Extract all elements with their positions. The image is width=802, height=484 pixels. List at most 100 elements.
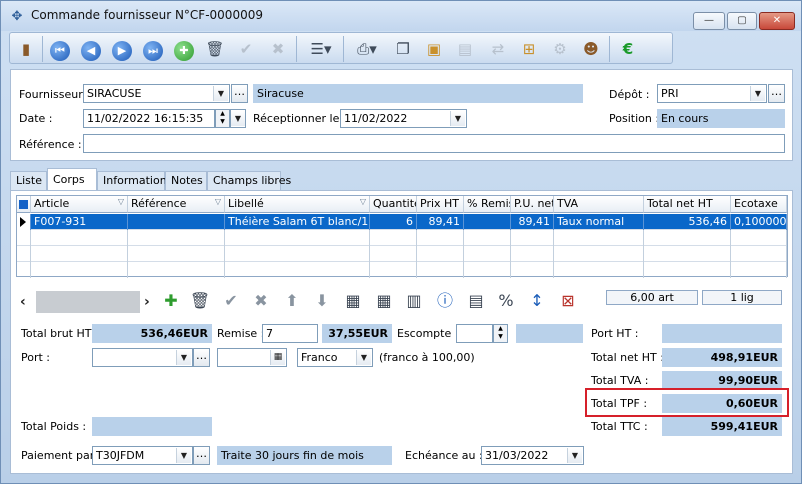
cell-libelle[interactable]: Théière Salam 6T blanc/1.1L: [225, 214, 370, 230]
empty-cell: [370, 246, 417, 262]
package-remove-icon[interactable]: ⊠: [556, 289, 580, 313]
toolbar-separator: [42, 36, 43, 62]
paiement-lookup-button[interactable]: …: [193, 446, 210, 465]
add-icon[interactable]: ✚: [172, 37, 196, 61]
echeance-field[interactable]: 31/03/2022 ▼: [481, 446, 584, 465]
date-spinner[interactable]: ▲ ▼: [215, 109, 230, 128]
fournisseur-lookup-button[interactable]: …: [231, 84, 248, 103]
print-icon[interactable]: ⎙▾: [350, 37, 384, 61]
filter-icon[interactable]: ▽: [360, 197, 366, 206]
chevron-down-icon[interactable]: ▼: [356, 350, 371, 365]
close-button[interactable]: ✕: [759, 12, 795, 30]
chevron-down-icon[interactable]: ▼: [750, 86, 765, 101]
total-net-ht-label: Total net HT :: [591, 351, 664, 364]
column-header-total-net-ht[interactable]: Total net HT: [644, 196, 731, 213]
depot-lookup-button[interactable]: …: [768, 84, 785, 103]
total-tva-label: Total TVA :: [591, 374, 649, 387]
edit-icon[interactable]: ☰▾: [304, 37, 338, 61]
chevron-down-icon[interactable]: ▼: [176, 350, 191, 365]
tab-notes[interactable]: Notes: [165, 171, 207, 190]
tab-informations[interactable]: Informations: [97, 171, 172, 190]
filter-icon[interactable]: ▽: [118, 197, 124, 206]
fournisseur-code-field[interactable]: SIRACUSE ▼: [83, 84, 230, 103]
delete-icon[interactable]: 🗑: [203, 37, 227, 61]
calculator-icon[interactable]: ▦: [270, 350, 285, 365]
tab-corps[interactable]: Corps: [47, 168, 97, 191]
receptionner-field[interactable]: 11/02/2022 ▼: [340, 109, 467, 128]
cell-reference[interactable]: [128, 214, 225, 230]
tab-champs-libres[interactable]: Champs libres: [207, 171, 291, 190]
empty-row[interactable]: [17, 262, 787, 278]
column-header-libelle[interactable]: Libellé ▽: [225, 196, 370, 213]
cell-total-net-ht[interactable]: 536,46: [644, 214, 731, 230]
barcode-icon[interactable]: ▥: [402, 289, 426, 313]
toolbar-separator: [609, 36, 610, 62]
minimize-button[interactable]: —: [693, 12, 725, 30]
cell-article[interactable]: F007-931: [31, 214, 128, 230]
column-header-article[interactable]: Article ▽: [31, 196, 128, 213]
column-header-remise[interactable]: % Remis: [464, 196, 511, 213]
reference-input[interactable]: [83, 134, 785, 153]
empty-row[interactable]: [17, 246, 787, 262]
franco-field[interactable]: Franco ▼: [297, 348, 373, 367]
add-line-icon[interactable]: ✚: [159, 289, 183, 313]
cell-pu-net[interactable]: 89,41: [511, 214, 554, 230]
paste-lines-icon[interactable]: ▦: [372, 289, 396, 313]
horizontal-scrollbar[interactable]: [36, 291, 140, 313]
column-header-tva[interactable]: TVA: [554, 196, 644, 213]
move-up-icon: ⬆: [285, 291, 299, 310]
cell-ecotaxe[interactable]: 0,100000: [731, 214, 787, 230]
paiement-field[interactable]: T30JFDM ▼: [92, 446, 193, 465]
percent-icon[interactable]: %: [494, 289, 518, 313]
total-brut-label: Total brut HT :: [21, 327, 99, 340]
column-header-reference[interactable]: Référence ▽: [128, 196, 225, 213]
next-icon[interactable]: ▶: [110, 37, 134, 61]
filter-icon[interactable]: ▽: [215, 197, 221, 206]
info-icon[interactable]: ⓘ: [433, 289, 457, 313]
cell-remise[interactable]: [464, 214, 511, 230]
chevron-down-icon[interactable]: ▼: [176, 448, 191, 463]
copy-icon[interactable]: ❐: [391, 37, 415, 61]
transfer-icon: ⇄: [491, 40, 505, 58]
depot-field[interactable]: PRI ▼: [657, 84, 767, 103]
date-dropdown[interactable]: ▼: [230, 109, 246, 128]
vertical-resize-icon[interactable]: ↕: [525, 289, 549, 313]
escompte-input[interactable]: [456, 324, 493, 343]
scroll-left-icon[interactable]: ‹: [20, 294, 26, 310]
chevron-down-icon[interactable]: ▼: [450, 111, 465, 126]
port-field[interactable]: ▼: [92, 348, 193, 367]
remise-input[interactable]: 7: [262, 324, 318, 343]
port-amount-field[interactable]: ▦: [217, 348, 287, 367]
people-icon[interactable]: ☻: [579, 37, 603, 61]
calculator-icon[interactable]: ▤: [464, 289, 488, 313]
delete-line-icon[interactable]: 🗑: [188, 289, 212, 313]
escompte-spinner[interactable]: ▲ ▼: [493, 324, 508, 343]
box-icon[interactable]: ▣: [422, 37, 446, 61]
chevron-down-icon[interactable]: ▼: [213, 86, 228, 101]
copy-lines-icon[interactable]: ▦: [341, 289, 365, 313]
cell-quantite[interactable]: 6: [370, 214, 417, 230]
cell-tva[interactable]: Taux normal: [554, 214, 644, 230]
previous-icon[interactable]: ◀: [79, 37, 103, 61]
chevron-down-icon[interactable]: ▼: [231, 111, 245, 126]
paiement-description: Traite 30 jours fin de mois: [217, 446, 392, 465]
column-header-ecotaxe[interactable]: Ecotaxe: [731, 196, 787, 213]
grid-select-all[interactable]: [17, 196, 31, 213]
scroll-right-icon[interactable]: ›: [144, 294, 150, 310]
last-icon[interactable]: ⏭: [141, 37, 165, 61]
add-document-icon[interactable]: ⊞: [517, 37, 541, 61]
column-header-quantite[interactable]: Quantité: [370, 196, 417, 213]
empty-row[interactable]: [17, 230, 787, 246]
euro-icon[interactable]: €: [616, 37, 640, 61]
tab-liste[interactable]: Liste: [10, 171, 47, 190]
door-icon[interactable]: ▮: [14, 37, 38, 61]
column-header-pu-net[interactable]: P.U. net: [511, 196, 554, 213]
port-lookup-button[interactable]: …: [193, 348, 210, 367]
chevron-down-icon[interactable]: ▼: [567, 448, 582, 463]
date-field[interactable]: 11/02/2022 16:15:35: [83, 109, 215, 128]
cell-prix-ht[interactable]: 89,41: [417, 214, 464, 230]
first-icon[interactable]: ⏮: [48, 37, 72, 61]
column-header-prix-ht[interactable]: Prix HT: [417, 196, 464, 213]
maximize-button[interactable]: ▢: [727, 12, 757, 30]
table-row[interactable]: F007-931 Théière Salam 6T blanc/1.1L 6 8…: [17, 214, 787, 230]
